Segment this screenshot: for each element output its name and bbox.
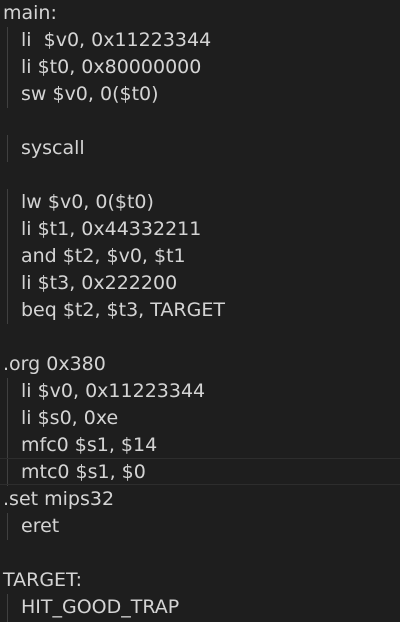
line-text: li $v0, 0x11223344: [21, 29, 212, 51]
code-line[interactable]: li $t1, 0x44332211: [21, 216, 201, 243]
code-line[interactable]: li $v0, 0x11223344: [21, 27, 211, 54]
line-text: syscall: [21, 137, 85, 159]
code-line[interactable]: li $v0, 0x11223344: [21, 378, 205, 405]
code-line[interactable]: li $t0, 0x80000000: [21, 54, 201, 81]
line-text: li $s0, 0xe: [21, 407, 119, 429]
code-line[interactable]: li $t3, 0x222200: [21, 270, 177, 297]
code-line[interactable]: main:: [3, 0, 57, 27]
indent-guide: [7, 189, 8, 324]
code-line[interactable]: mtc0 $s1, $0: [21, 459, 146, 486]
line-text: sw $v0, 0($t0): [21, 83, 159, 105]
line-text: HIT_GOOD_TRAP: [21, 596, 180, 618]
indent-guide: [7, 594, 8, 622]
indent-guide: [7, 135, 8, 162]
line-text: TARGET:: [3, 569, 82, 591]
line-text: .org 0x380: [3, 353, 106, 375]
code-line[interactable]: beq $t2, $t3, TARGET: [21, 297, 225, 324]
code-line[interactable]: .set mips32: [3, 486, 114, 513]
line-text: eret: [21, 515, 60, 537]
line-text: li $t0, 0x80000000: [21, 56, 202, 78]
line-text: and $t2, $v0, $t1: [21, 245, 186, 267]
line-text: mtc0 $s1, $0: [21, 461, 146, 483]
line-text: beq $t2, $t3, TARGET: [21, 299, 225, 321]
line-text: main:: [3, 2, 57, 24]
line-text: lw $v0, 0($t0): [21, 191, 154, 213]
line-text: mfc0 $s1, $14: [21, 434, 158, 456]
line-text: .set mips32: [3, 488, 115, 510]
line-text: li $v0, 0x11223344: [21, 380, 206, 402]
line-text: li $t1, 0x44332211: [21, 218, 202, 240]
indent-guide: [7, 513, 8, 540]
code-line[interactable]: TARGET:: [3, 567, 82, 594]
code-line[interactable]: sw $v0, 0($t0): [21, 81, 159, 108]
code-line[interactable]: syscall: [21, 135, 85, 162]
code-line[interactable]: li $s0, 0xe: [21, 405, 118, 432]
code-line[interactable]: and $t2, $v0, $t1: [21, 243, 186, 270]
line-text: li $t3, 0x222200: [21, 272, 178, 294]
indent-guide: [7, 27, 8, 108]
code-line[interactable]: mfc0 $s1, $14: [21, 432, 157, 459]
code-line[interactable]: .org 0x380: [3, 351, 106, 378]
code-line[interactable]: HIT_GOOD_TRAP: [21, 594, 179, 621]
code-line[interactable]: eret: [21, 513, 59, 540]
code-editor[interactable]: main: li $v0, 0x11223344 li $t0, 0x80000…: [0, 0, 400, 622]
code-line[interactable]: lw $v0, 0($t0): [21, 189, 154, 216]
